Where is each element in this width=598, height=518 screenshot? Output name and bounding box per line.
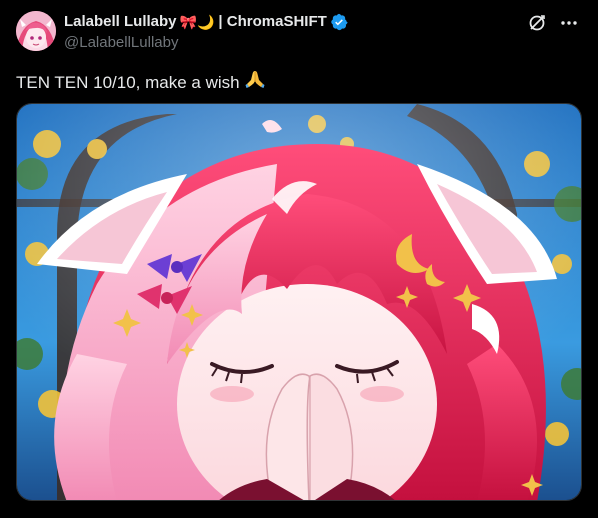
name-emojis: 🎀🌙 bbox=[179, 14, 215, 30]
grok-icon[interactable] bbox=[526, 12, 548, 34]
pray-icon bbox=[244, 68, 266, 97]
header-actions bbox=[526, 12, 580, 34]
verified-badge-icon[interactable] bbox=[330, 13, 348, 31]
avatar[interactable] bbox=[16, 11, 56, 51]
more-icon[interactable] bbox=[558, 12, 580, 34]
tweet-text: TEN TEN 10/10, make a wish bbox=[16, 68, 266, 97]
display-name-suffix[interactable]: | ChromaSHIFT bbox=[218, 12, 326, 32]
display-name-row[interactable]: Lalabell Lullaby 🎀🌙 | ChromaSHIFT bbox=[64, 12, 348, 32]
display-name[interactable]: Lalabell Lullaby bbox=[64, 12, 177, 32]
tweet-media-image[interactable] bbox=[16, 103, 582, 501]
tweet-text-content: TEN TEN 10/10, make a wish bbox=[16, 73, 240, 92]
tweet: Lalabell Lullaby 🎀🌙 | ChromaSHIFT @Lalab… bbox=[0, 0, 598, 518]
handle[interactable]: @LalabellLullaby bbox=[64, 33, 178, 53]
